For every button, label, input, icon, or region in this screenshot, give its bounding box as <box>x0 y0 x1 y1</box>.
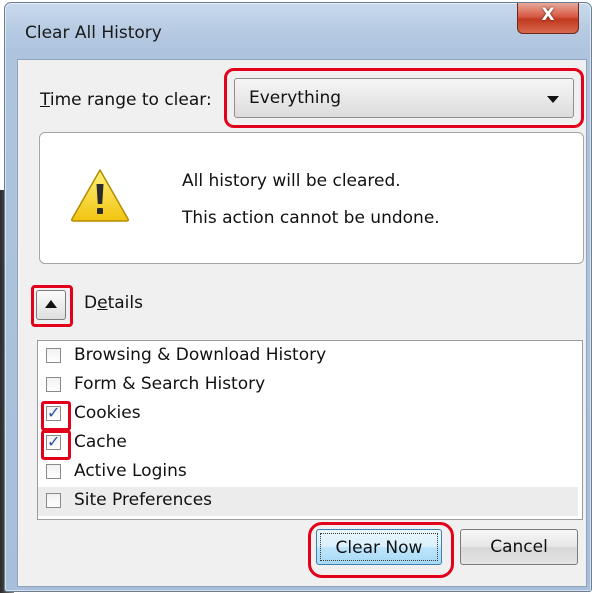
checkbox-site-preferences[interactable] <box>46 493 61 508</box>
list-item[interactable]: Cache <box>38 429 578 458</box>
warning-message-line2: This action cannot be undone. <box>182 208 440 228</box>
dialog-title: Clear All History <box>25 23 162 43</box>
list-item[interactable]: Site Preferences <box>38 487 578 516</box>
cancel-button[interactable]: Cancel <box>460 529 578 565</box>
time-range-label: Time range to clear: <box>40 90 212 110</box>
item-label: Cookies <box>74 403 141 423</box>
warning-box: All history will be cleared. This action… <box>39 132 584 264</box>
checkbox-browsing-download-history[interactable] <box>46 348 61 363</box>
details-label: Details <box>84 293 143 313</box>
dialog-body: Time range to clear: Everything All hist… <box>17 59 587 587</box>
dropdown-arrow-icon <box>547 96 559 103</box>
item-label: Form & Search History <box>74 374 266 394</box>
item-label: Cache <box>74 432 127 452</box>
time-range-value: Everything <box>249 88 342 108</box>
time-range-dropdown[interactable]: Everything <box>234 78 574 118</box>
warning-message-line1: All history will be cleared. <box>182 171 401 191</box>
history-items-list: Browsing & Download History Form & Searc… <box>37 340 583 520</box>
clear-history-dialog: Clear All History X Time range to clear:… <box>4 2 592 592</box>
item-label: Active Logins <box>74 461 187 481</box>
list-item[interactable]: Cookies <box>38 400 578 429</box>
list-item[interactable]: Active Logins <box>38 458 578 487</box>
cache-checkbox-highlight <box>41 430 71 460</box>
list-item[interactable]: Browsing & Download History <box>38 342 578 371</box>
cookies-checkbox-highlight <box>41 401 71 431</box>
close-button[interactable]: X <box>517 3 579 34</box>
details-toggle-button[interactable] <box>36 290 66 320</box>
checkbox-form-search-history[interactable] <box>46 377 61 392</box>
checkbox-active-logins[interactable] <box>46 464 61 479</box>
chevron-up-icon <box>45 300 57 308</box>
list-item[interactable]: Form & Search History <box>38 371 578 400</box>
close-icon: X <box>541 5 555 25</box>
item-label: Browsing & Download History <box>74 345 327 365</box>
item-label: Site Preferences <box>74 490 213 510</box>
clear-now-button[interactable]: Clear Now <box>316 529 442 565</box>
warning-triangle-icon <box>71 169 129 222</box>
